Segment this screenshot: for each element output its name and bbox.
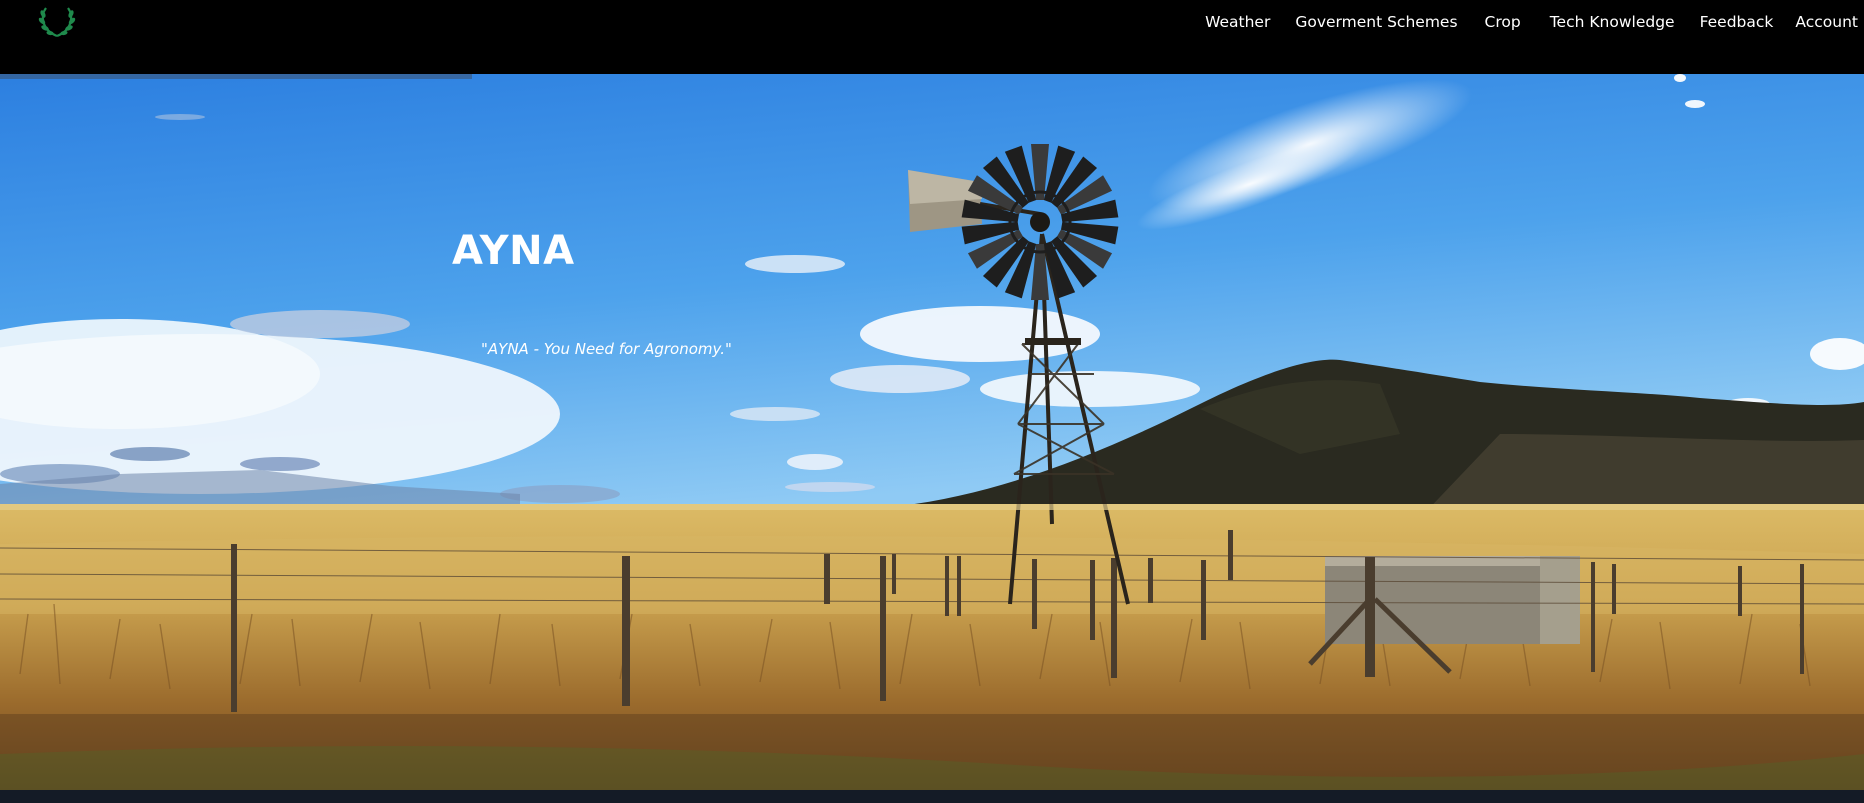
hero-title: AYNA <box>452 228 575 274</box>
hero-background-image <box>0 74 1864 790</box>
nav-feedback-link[interactable]: Feedback <box>1700 13 1774 31</box>
nav-tech-knowledge-link[interactable]: Tech Knowledge <box>1550 13 1675 31</box>
nav-weather-link[interactable]: Weather <box>1205 13 1270 31</box>
scroll-progress-bar <box>0 74 472 79</box>
nav-crop-link[interactable]: Crop <box>1485 13 1521 31</box>
water-tank <box>1325 556 1580 644</box>
top-navbar: Weather Goverment Schemes Crop Tech Know… <box>0 0 1864 74</box>
nav-account-link[interactable]: Account <box>1795 13 1858 31</box>
nav-government-schemes-link[interactable]: Goverment Schemes <box>1295 13 1457 31</box>
laurel-wreath-icon[interactable] <box>36 4 78 40</box>
page-bottom-strip <box>0 790 1864 803</box>
hero-banner: AYNA "AYNA - You Need for Agronomy." <box>0 74 1864 790</box>
nav-links: Weather Goverment Schemes Crop Tech Know… <box>1205 13 1864 31</box>
hero-tagline: "AYNA - You Need for Agronomy." <box>481 340 732 358</box>
